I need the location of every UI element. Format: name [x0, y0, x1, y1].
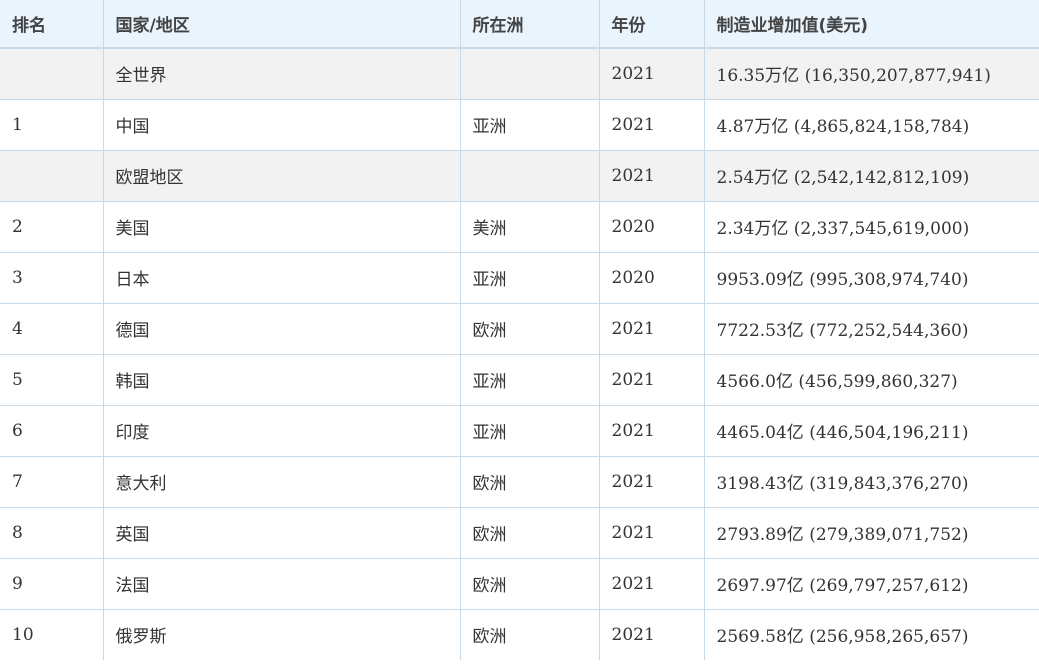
year-cell: 2021 [598, 98, 705, 151]
year-cell: 2021 [598, 353, 705, 406]
year-cell: 2021 [598, 149, 705, 202]
header-rank[interactable]: 排名 [0, 0, 104, 49]
rank-cell: 5 [0, 353, 104, 406]
value-cell: 9953.09亿 (995,308,974,740) [703, 251, 1039, 304]
country-cell: 全世界 [102, 47, 461, 100]
country-cell: 英国 [102, 506, 461, 559]
continent-cell: 亚洲 [459, 98, 600, 151]
value-cell: 7722.53亿 (772,252,544,360) [703, 302, 1039, 355]
rank-cell [0, 149, 104, 202]
table-header-row: 排名 国家/地区 所在洲 年份 制造业增加值(美元) [0, 0, 1039, 49]
country-cell: 美国 [102, 200, 461, 253]
rank-cell: 4 [0, 302, 104, 355]
year-cell: 2021 [598, 506, 705, 559]
continent-cell: 欧洲 [459, 557, 600, 610]
table-row: 8 英国 欧洲 2021 2793.89亿 (279,389,071,752) [0, 506, 1039, 559]
year-cell: 2021 [598, 455, 705, 508]
value-cell: 16.35万亿 (16,350,207,877,941) [703, 47, 1039, 100]
year-cell: 2020 [598, 200, 705, 253]
continent-cell: 欧洲 [459, 506, 600, 559]
value-cell: 4465.04亿 (446,504,196,211) [703, 404, 1039, 457]
continent-cell: 亚洲 [459, 404, 600, 457]
country-cell: 欧盟地区 [102, 149, 461, 202]
rank-cell [0, 47, 104, 100]
country-cell: 法国 [102, 557, 461, 610]
header-country[interactable]: 国家/地区 [102, 0, 461, 49]
table-row: 1 中国 亚洲 2021 4.87万亿 (4,865,824,158,784) [0, 98, 1039, 151]
table-row: 6 印度 亚洲 2021 4465.04亿 (446,504,196,211) [0, 404, 1039, 457]
value-cell: 2569.58亿 (256,958,265,657) [703, 608, 1039, 660]
country-cell: 意大利 [102, 455, 461, 508]
year-cell: 2021 [598, 302, 705, 355]
rank-cell: 1 [0, 98, 104, 151]
table-row: 欧盟地区 2021 2.54万亿 (2,542,142,812,109) [0, 149, 1039, 202]
year-cell: 2021 [598, 47, 705, 100]
header-continent[interactable]: 所在洲 [459, 0, 600, 49]
continent-cell: 美洲 [459, 200, 600, 253]
rank-cell: 10 [0, 608, 104, 660]
country-cell: 德国 [102, 302, 461, 355]
rank-cell: 3 [0, 251, 104, 304]
table-row: 3 日本 亚洲 2020 9953.09亿 (995,308,974,740) [0, 251, 1039, 304]
header-value[interactable]: 制造业增加值(美元) [703, 0, 1039, 49]
table-row: 9 法国 欧洲 2021 2697.97亿 (269,797,257,612) [0, 557, 1039, 610]
country-cell: 俄罗斯 [102, 608, 461, 660]
rank-cell: 9 [0, 557, 104, 610]
value-cell: 2.54万亿 (2,542,142,812,109) [703, 149, 1039, 202]
year-cell: 2020 [598, 251, 705, 304]
table-row: 4 德国 欧洲 2021 7722.53亿 (772,252,544,360) [0, 302, 1039, 355]
value-cell: 4566.0亿 (456,599,860,327) [703, 353, 1039, 406]
header-year[interactable]: 年份 [598, 0, 705, 49]
value-cell: 3198.43亿 (319,843,376,270) [703, 455, 1039, 508]
table-row: 7 意大利 欧洲 2021 3198.43亿 (319,843,376,270) [0, 455, 1039, 508]
country-cell: 日本 [102, 251, 461, 304]
country-cell: 中国 [102, 98, 461, 151]
continent-cell: 欧洲 [459, 455, 600, 508]
year-cell: 2021 [598, 557, 705, 610]
continent-cell: 亚洲 [459, 353, 600, 406]
country-cell: 印度 [102, 404, 461, 457]
rank-cell: 6 [0, 404, 104, 457]
rank-cell: 7 [0, 455, 104, 508]
rank-cell: 2 [0, 200, 104, 253]
table-row: 5 韩国 亚洲 2021 4566.0亿 (456,599,860,327) [0, 353, 1039, 406]
year-cell: 2021 [598, 608, 705, 660]
continent-cell: 欧洲 [459, 302, 600, 355]
continent-cell: 亚洲 [459, 251, 600, 304]
table-row: 2 美国 美洲 2020 2.34万亿 (2,337,545,619,000) [0, 200, 1039, 253]
value-cell: 2793.89亿 (279,389,071,752) [703, 506, 1039, 559]
value-cell: 2697.97亿 (269,797,257,612) [703, 557, 1039, 610]
year-cell: 2021 [598, 404, 705, 457]
table-row: 全世界 2021 16.35万亿 (16,350,207,877,941) [0, 47, 1039, 100]
country-cell: 韩国 [102, 353, 461, 406]
continent-cell [459, 149, 600, 202]
manufacturing-value-table: 排名 国家/地区 所在洲 年份 制造业增加值(美元) 全世界 2021 16.35万… [0, 0, 1039, 660]
continent-cell: 欧洲 [459, 608, 600, 660]
value-cell: 4.87万亿 (4,865,824,158,784) [703, 98, 1039, 151]
table-row: 10 俄罗斯 欧洲 2021 2569.58亿 (256,958,265,657) [0, 608, 1039, 660]
continent-cell [459, 47, 600, 100]
rank-cell: 8 [0, 506, 104, 559]
table-body: 全世界 2021 16.35万亿 (16,350,207,877,941) 1 中国 亚洲… [0, 47, 1039, 660]
value-cell: 2.34万亿 (2,337,545,619,000) [703, 200, 1039, 253]
